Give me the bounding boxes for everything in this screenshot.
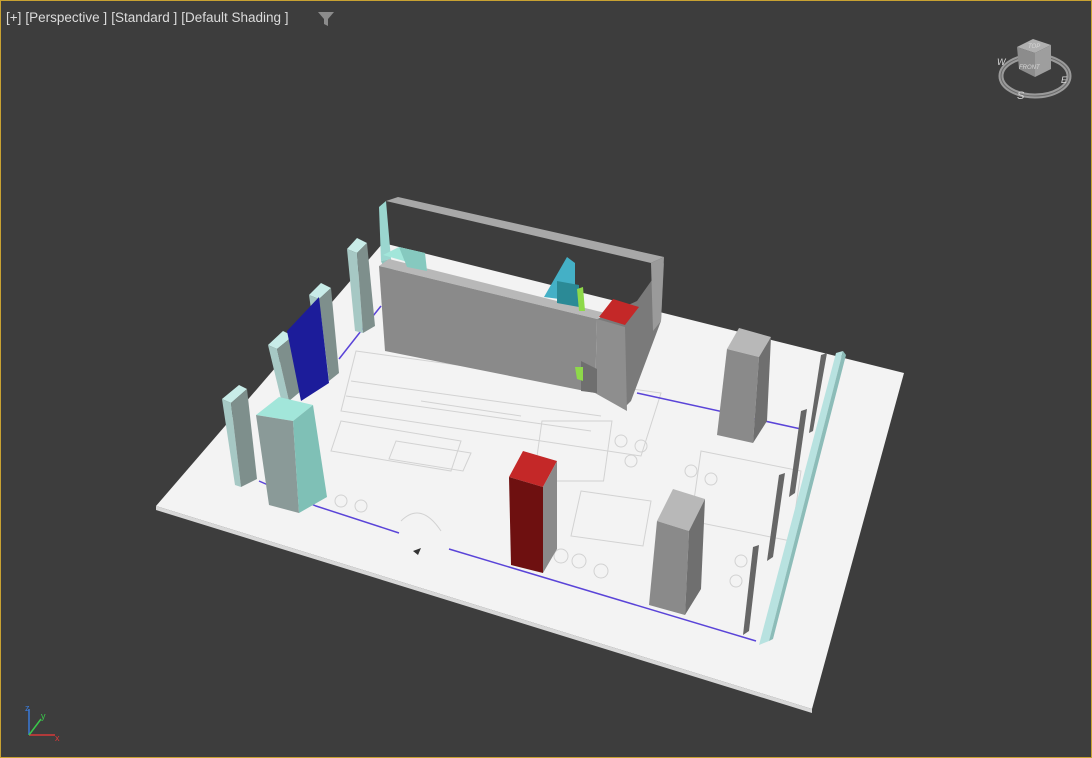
scene-render[interactable] <box>1 1 1092 758</box>
viewport-plus-menu[interactable]: [+] <box>4 10 23 25</box>
viewcube-icon[interactable]: TOP FRONT W S E <box>995 29 1075 109</box>
compass-e-label[interactable]: E <box>1061 75 1068 85</box>
axis-tripod-icon: z y x <box>25 703 60 743</box>
viewport-mode-menu[interactable]: [Standard ] <box>109 10 179 25</box>
viewport-shading-menu[interactable]: [Default Shading ] <box>179 10 290 25</box>
perspective-viewport[interactable]: [+] [Perspective ] [Standard ] [Default … <box>0 0 1092 758</box>
axis-z-label: z <box>25 703 30 713</box>
viewport-label-bar: [+] [Perspective ] [Standard ] [Default … <box>4 10 291 25</box>
viewcube-top-label: TOP <box>1028 44 1040 50</box>
filter-icon[interactable] <box>317 11 335 27</box>
compass-s-label[interactable]: S <box>1017 90 1025 102</box>
axis-y-label: y <box>41 711 46 721</box>
axis-x-label: x <box>55 733 60 743</box>
viewcube-front-label: FRONT <box>1019 65 1041 71</box>
viewport-view-menu[interactable]: [Perspective ] <box>23 10 109 25</box>
red-box[interactable] <box>509 451 557 573</box>
